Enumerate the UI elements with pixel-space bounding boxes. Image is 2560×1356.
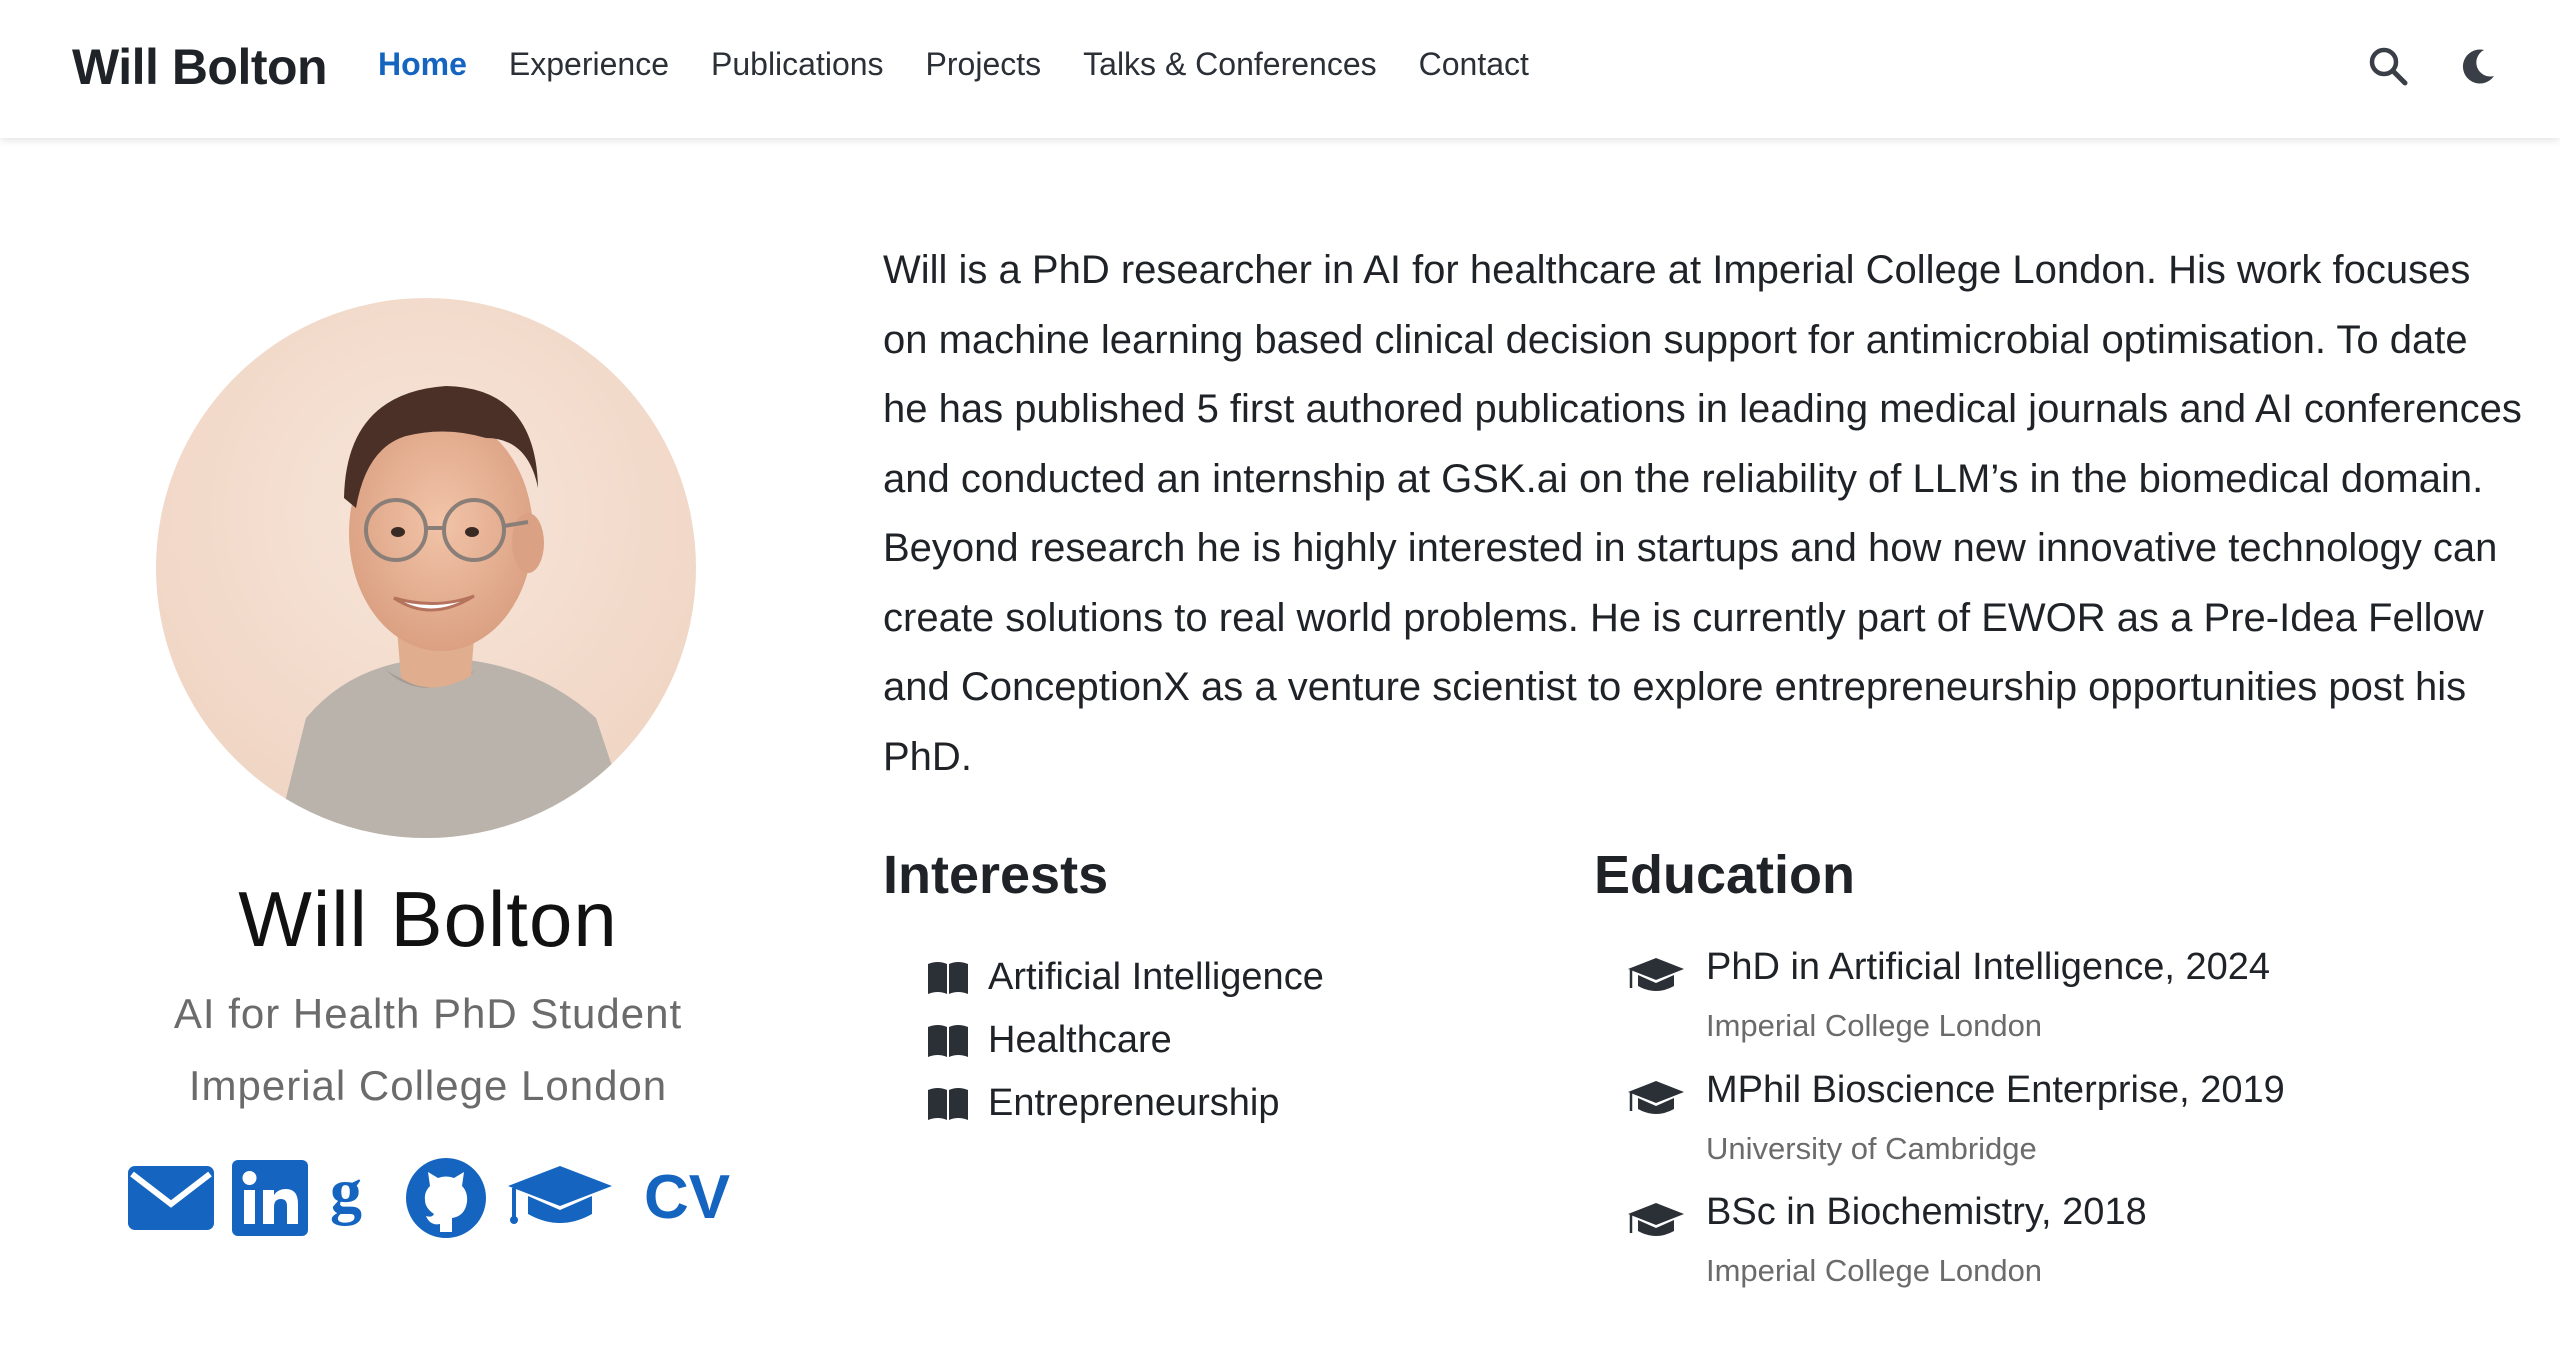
profile-organization: Imperial College London (188, 1062, 668, 1109)
education-institution: Imperial College London (1706, 1253, 2043, 1288)
list-item: Artificial Intelligence (926, 946, 1324, 1009)
main-nav: Home Experience Publications Projects Ta… (378, 46, 1529, 83)
bio-paragraph: Will is a PhD researcher in AI for healt… (883, 248, 2522, 779)
education-institution: University of Cambridge (1706, 1130, 2037, 1166)
graduation-cap-icon[interactable] (506, 1162, 614, 1234)
graduation-cap-icon (1628, 1080, 1684, 1114)
interests-list: Artificial Intelligence Healthcare Entre… (926, 946, 1324, 1135)
graduation-cap-icon (1628, 958, 1684, 991)
profile-name: Will Bolton (238, 875, 618, 963)
list-item: Entrepreneurship (926, 1072, 1324, 1135)
nav-experience[interactable]: Experience (509, 46, 669, 83)
nav-tools (2366, 44, 2500, 88)
education-course: MPhil Bioscience Enterprise, 2019 (1706, 1068, 2285, 1111)
nav-publications[interactable]: Publications (711, 46, 884, 83)
book-icon (928, 1024, 968, 1057)
interest-label: Entrepreneurship (988, 1082, 1280, 1124)
avatar (156, 298, 696, 838)
profile-role: AI for Health PhD Student (173, 990, 683, 1037)
avatar-photo (156, 298, 696, 838)
profile-card: Will Bolton AI for Health PhD Student Im… (0, 138, 856, 1356)
site-brand[interactable]: Will Bolton (72, 38, 328, 96)
svg-text:g: g (330, 1162, 362, 1226)
github-icon[interactable] (404, 1156, 488, 1240)
nav-talks-conferences[interactable]: Talks & Conferences (1083, 46, 1376, 83)
search-icon[interactable] (2366, 44, 2410, 88)
interest-label: Artificial Intelligence (988, 956, 1324, 998)
envelope-icon[interactable] (128, 1166, 214, 1230)
interests-heading: Interests (883, 845, 1109, 905)
education-course: BSc in Biochemistry, 2018 (1706, 1191, 2147, 1233)
education-heading: Education (1594, 845, 1856, 905)
list-item: Healthcare (926, 1009, 1324, 1072)
interest-label: Healthcare (988, 1019, 1172, 1061)
cv-link[interactable]: CV (644, 1167, 730, 1229)
nav-home[interactable]: Home (378, 46, 467, 83)
education-institution: Imperial College London (1706, 1008, 2043, 1043)
book-icon (928, 1087, 968, 1120)
top-navbar: Will Bolton Home Experience Publications… (0, 0, 2560, 138)
social-links: g CV (128, 1156, 730, 1240)
moon-icon[interactable] (2456, 44, 2500, 88)
google-scholar-icon[interactable]: g (326, 1162, 386, 1234)
education-course: PhD in Artificial Intelligence, 2024 (1706, 946, 2270, 988)
nav-projects[interactable]: Projects (926, 46, 1042, 83)
graduation-cap-icon (1628, 1203, 1684, 1236)
book-icon (928, 961, 968, 994)
nav-contact[interactable]: Contact (1419, 46, 1529, 83)
linkedin-icon[interactable] (232, 1160, 308, 1236)
